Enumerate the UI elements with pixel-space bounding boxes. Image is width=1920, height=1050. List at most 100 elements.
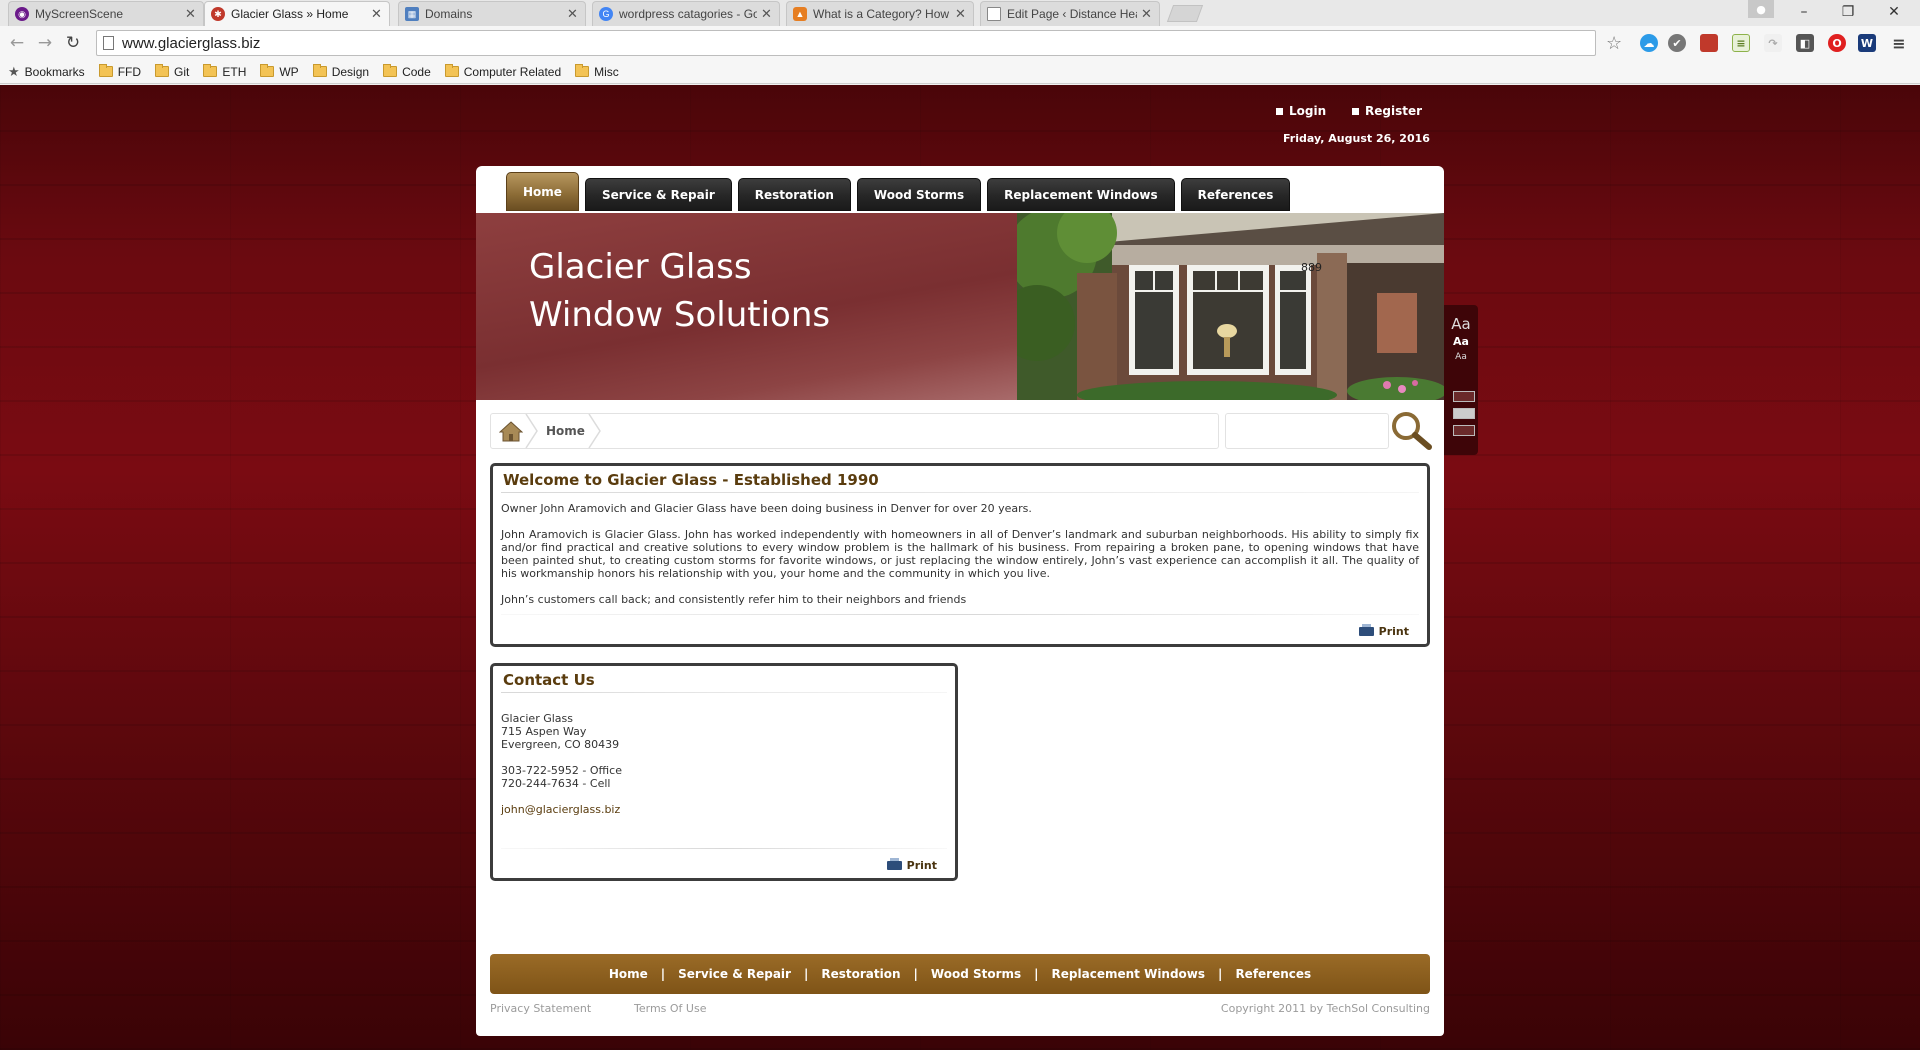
bookmark-star-icon[interactable]: ☆ <box>1606 33 1622 54</box>
folder-icon <box>260 64 275 77</box>
breadcrumb-separator-icon <box>588 414 601 448</box>
bookmark-folder[interactable]: Git <box>155 64 189 79</box>
forward-arrow-icon[interactable]: → <box>34 32 56 54</box>
folder-icon <box>444 64 459 77</box>
bookmark-folder[interactable]: Code <box>383 64 431 79</box>
w-icon[interactable]: W <box>1858 34 1876 52</box>
layout-narrow-icon[interactable] <box>1453 391 1475 402</box>
terms-of-use-link[interactable]: Terms Of Use <box>634 1002 706 1015</box>
footer-link-restoration[interactable]: Restoration <box>821 967 900 981</box>
bookmarks-menu[interactable]: ★ Bookmarks <box>8 64 85 80</box>
profile-icon[interactable]: ● <box>1748 0 1774 18</box>
login-link[interactable]: Login <box>1276 104 1326 118</box>
search-icon[interactable] <box>1389 409 1433 453</box>
print-link[interactable]: Print <box>1358 624 1409 638</box>
site-title: Glacier Glass Window Solutions <box>529 243 830 339</box>
layout-medium-icon[interactable] <box>1453 408 1475 419</box>
footer-link-home[interactable]: Home <box>609 967 648 981</box>
pocket-icon[interactable]: ✔ <box>1668 34 1686 52</box>
footer-link-wood-storms[interactable]: Wood Storms <box>931 967 1021 981</box>
nav-replacement-windows[interactable]: Replacement Windows <box>987 178 1175 211</box>
browser-tab[interactable]: ◉ MyScreenScene ✕ <box>8 1 204 26</box>
banner-title-panel: Glacier Glass Window Solutions <box>476 213 1017 400</box>
font-size-large-button[interactable]: Aa <box>1444 315 1478 333</box>
back-arrow-icon[interactable]: ← <box>6 32 28 54</box>
footer-navigation: Home | Service & Repair | Restoration | … <box>490 954 1430 994</box>
restore-button[interactable]: ❐ <box>1828 0 1868 24</box>
register-link[interactable]: Register <box>1352 104 1422 118</box>
print-link[interactable]: Print <box>886 858 937 872</box>
font-size-medium-button[interactable]: Aa <box>1444 335 1478 348</box>
breadcrumb-separator-icon <box>525 414 538 448</box>
welcome-body: Owner John Aramovich and Glacier Glass h… <box>501 502 1419 619</box>
breadcrumb-current[interactable]: Home <box>546 424 585 438</box>
bookmark-folder[interactable]: WP <box>260 64 299 79</box>
tab-title: wordpress catagories - Go <box>619 7 757 21</box>
footer-separator: | <box>660 967 666 981</box>
email-link[interactable]: john@glacierglass.biz <box>501 803 947 816</box>
browser-tab-active[interactable]: ✱ Glacier Glass » Home ✕ <box>204 1 390 26</box>
footer-separator: | <box>1218 967 1223 981</box>
nav-restoration[interactable]: Restoration <box>737 178 851 211</box>
close-window-button[interactable]: ✕ <box>1874 0 1914 24</box>
footer-separator: | <box>803 967 809 981</box>
nav-service-repair[interactable]: Service & Repair <box>584 178 732 211</box>
privacy-statement-link[interactable]: Privacy Statement <box>490 1002 591 1015</box>
welcome-paragraph: Owner John Aramovich and Glacier Glass h… <box>501 502 1032 515</box>
tab-close-icon[interactable]: ✕ <box>955 6 967 22</box>
browser-tab[interactable]: ▲ What is a Category? How ✕ <box>786 1 974 26</box>
footer-link-references[interactable]: References <box>1235 967 1311 981</box>
address-bar[interactable]: www.glacierglass.biz <box>96 30 1596 56</box>
footer-link-replacement-windows[interactable]: Replacement Windows <box>1052 967 1206 981</box>
red-bookmark-icon[interactable] <box>1700 34 1718 52</box>
minimize-button[interactable]: – <box>1784 0 1824 24</box>
menu-icon[interactable]: ≡ <box>1890 34 1908 53</box>
bookmark-label: Code <box>402 64 431 79</box>
nav-references[interactable]: References <box>1180 178 1291 211</box>
new-tab-button[interactable] <box>1166 5 1204 22</box>
folder-icon <box>383 64 398 77</box>
opera-icon[interactable]: O <box>1828 34 1846 52</box>
page-icon <box>103 36 114 50</box>
share-icon[interactable]: ↷ <box>1764 34 1782 52</box>
dropbox-icon[interactable]: ◧ <box>1796 34 1814 52</box>
contact-module: Contact Us Glacier Glass 715 Aspen Way E… <box>490 663 958 881</box>
doc-icon[interactable]: ≡ <box>1732 34 1750 52</box>
tab-close-icon[interactable]: ✕ <box>567 6 579 22</box>
bookmark-folder[interactable]: Misc <box>575 64 619 79</box>
folder-icon <box>575 64 590 77</box>
search-input[interactable] <box>1225 413 1389 449</box>
font-size-small-button[interactable]: Aa <box>1444 352 1478 362</box>
print-label: Print <box>1378 625 1409 638</box>
site-title-line-1: Glacier Glass <box>529 247 752 287</box>
nav-wood-storms[interactable]: Wood Storms <box>856 178 982 211</box>
browser-tab[interactable]: Edit Page ‹ Distance Heali ✕ <box>980 1 1160 26</box>
cloud-icon[interactable]: ☁ <box>1640 34 1658 52</box>
layout-wide-icon[interactable] <box>1453 425 1475 436</box>
page-viewport: Login Register Friday, August 26, 2016 A… <box>0 85 1920 1050</box>
bookmark-folder[interactable]: ETH <box>203 64 246 79</box>
tab-close-icon[interactable]: ✕ <box>185 6 197 22</box>
welcome-paragraph: John Aramovich is Glacier Glass. John ha… <box>501 528 1419 580</box>
title-divider <box>501 492 1419 493</box>
home-icon[interactable] <box>499 420 523 442</box>
print-label: Print <box>906 859 937 872</box>
browser-tab-strip: ◉ MyScreenScene ✕ ✱ Glacier Glass » Home… <box>0 0 1920 26</box>
bookmark-folder[interactable]: Computer Related <box>444 64 561 79</box>
tab-close-icon[interactable]: ✕ <box>371 6 383 22</box>
nav-home[interactable]: Home <box>506 172 579 211</box>
register-label: Register <box>1365 104 1423 118</box>
tab-close-icon[interactable]: ✕ <box>1141 6 1153 22</box>
tab-title: Glacier Glass » Home <box>231 7 349 21</box>
folder-icon <box>98 64 113 77</box>
site-favicon-icon: ✱ <box>211 7 225 21</box>
browser-tab[interactable]: G wordpress catagories - Go ✕ <box>592 1 780 26</box>
reload-icon[interactable]: ↻ <box>62 32 84 54</box>
bookmark-label: Design <box>331 64 370 79</box>
bookmark-folder[interactable]: FFD <box>98 64 141 79</box>
bookmark-folder[interactable]: Design <box>312 64 370 79</box>
browser-tab[interactable]: ▦ Domains ✕ <box>398 1 586 26</box>
tab-close-icon[interactable]: ✕ <box>761 6 773 22</box>
footer-link-service-repair[interactable]: Service & Repair <box>678 967 791 981</box>
domains-favicon-icon: ▦ <box>405 7 419 21</box>
